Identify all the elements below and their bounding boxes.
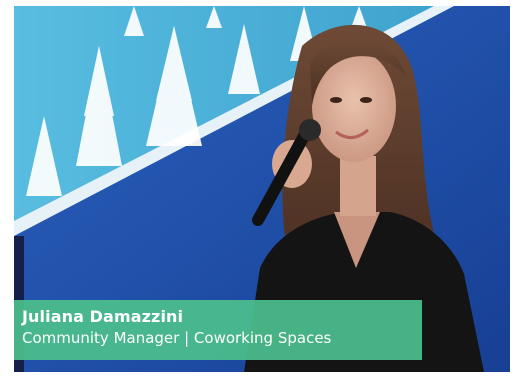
microphone-head: [299, 119, 321, 141]
speaker-name: Juliana Damazzini: [22, 307, 184, 326]
speaker-role: Community Manager | Coworking Spaces: [22, 329, 332, 347]
speaker-photo: Juliana Damazzini Community Manager | Co…: [14, 6, 510, 372]
right-eye: [360, 97, 372, 103]
neck: [340, 156, 376, 216]
left-eye: [330, 97, 342, 103]
name-caption: Juliana Damazzini Community Manager | Co…: [14, 300, 422, 360]
